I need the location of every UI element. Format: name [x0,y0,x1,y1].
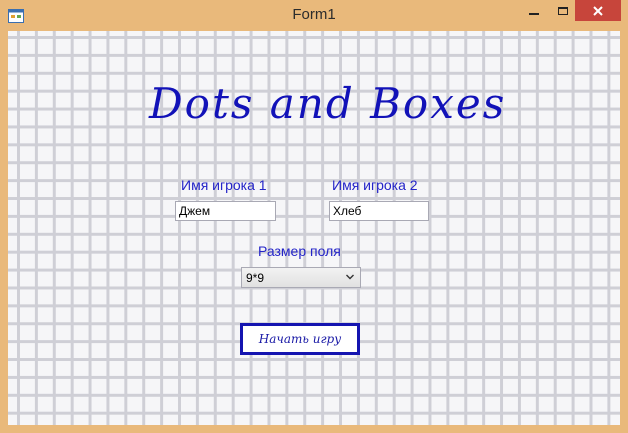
player1-label: Имя игрока 1 [181,177,267,193]
board-size-select[interactable]: 9*9 [241,267,361,288]
maximize-icon [558,6,568,15]
maximize-button[interactable] [550,0,576,21]
minimize-icon [529,12,539,15]
title-bar[interactable]: Form1 [0,0,628,31]
board-size-label: Размер поля [258,243,341,259]
start-game-button[interactable]: Начать игру [240,323,360,355]
form-client-area: Dots and Boxes Имя игрока 1 Имя игрока 2… [8,31,620,425]
close-button[interactable] [575,0,621,21]
player2-label: Имя игрока 2 [332,177,418,193]
close-icon [593,5,603,16]
chevron-down-icon [346,274,354,280]
player2-name-input[interactable]: Хлеб [329,201,429,221]
player1-name-input[interactable]: Джем [175,201,276,221]
game-title: Dots and Boxes [149,79,507,128]
board-size-value: 9*9 [246,271,265,285]
minimize-button[interactable] [521,0,547,21]
app-window: Form1 Dots and Boxes Имя игрока 1 Имя иг… [0,0,628,433]
